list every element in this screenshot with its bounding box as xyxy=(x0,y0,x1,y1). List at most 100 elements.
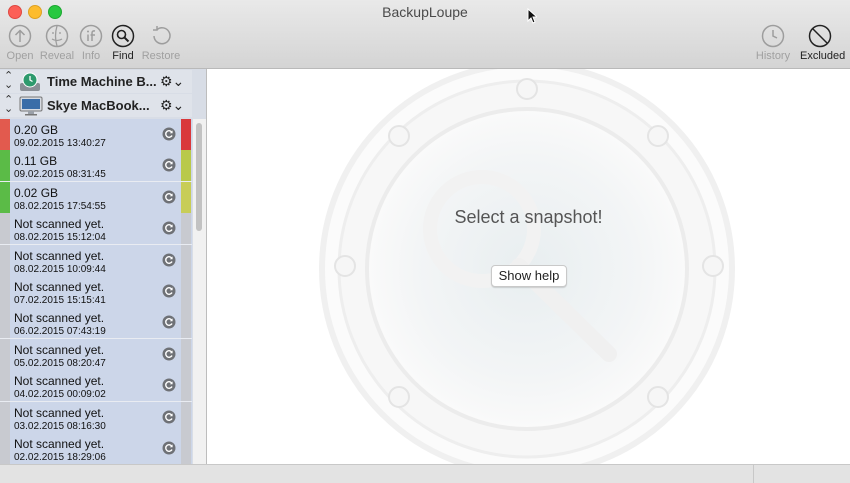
size-indicator-right xyxy=(181,119,191,150)
volume-name: Time Machine B... xyxy=(47,74,157,89)
snapshot-size: Not scanned yet. xyxy=(14,248,105,263)
snapshot-date: 03.02.2015 08:16:30 xyxy=(14,420,106,432)
status-divider xyxy=(753,465,754,483)
snapshot-row[interactable]: Not scanned yet. 08.02.2015 15:12:04 xyxy=(0,213,192,246)
info-icon xyxy=(79,24,103,48)
snapshot-size: 0.02 GB xyxy=(14,185,59,200)
snapshot-row[interactable]: Not scanned yet. 07.02.2015 15:15:41 xyxy=(0,276,192,308)
refresh-icon[interactable] xyxy=(162,190,176,204)
snapshot-row[interactable]: Not scanned yet. 02.02.2015 18:29:06 xyxy=(0,433,192,464)
snapshot-row[interactable]: 0.02 GB 08.02.2015 17:54:55 xyxy=(0,181,192,214)
snapshot-date: 02.02.2015 18:29:06 xyxy=(14,452,106,463)
refresh-icon[interactable] xyxy=(162,221,176,235)
gear-icon[interactable]: ⚙⌄ xyxy=(160,73,184,90)
snapshot-size: 0.11 GB xyxy=(14,154,58,169)
snapshot-date: 08.02.2015 10:09:44 xyxy=(14,263,106,275)
finder-icon xyxy=(45,24,69,48)
size-indicator-right xyxy=(181,370,191,402)
snapshot-size: Not scanned yet. xyxy=(14,405,105,420)
clock-icon xyxy=(761,24,785,48)
size-indicator-left xyxy=(0,401,10,433)
size-indicator-left xyxy=(0,276,10,307)
snapshot-date: 09.02.2015 13:40:27 xyxy=(14,138,106,149)
refresh-icon[interactable] xyxy=(162,253,176,267)
snapshot-size: Not scanned yet. xyxy=(14,311,105,326)
restore-arrow-icon xyxy=(149,24,173,48)
size-indicator-left xyxy=(0,181,10,213)
snapshot-size: Not scanned yet. xyxy=(14,437,105,451)
size-indicator-left xyxy=(0,119,10,150)
size-indicator-right xyxy=(181,181,191,213)
size-indicator-right xyxy=(181,213,191,245)
sidebar-scrollbar[interactable] xyxy=(193,119,206,464)
magnifier-icon xyxy=(111,24,135,48)
size-indicator-right xyxy=(181,307,191,339)
refresh-icon[interactable] xyxy=(162,284,176,298)
history-button[interactable]: History xyxy=(753,24,793,62)
snapshot-date: 08.02.2015 17:54:55 xyxy=(14,200,106,212)
snapshot-row[interactable]: Not scanned yet. 05.02.2015 08:20:47 xyxy=(0,338,192,371)
select-snapshot-hint: Select a snapshot! xyxy=(454,207,603,227)
snapshot-date: 05.02.2015 08:20:47 xyxy=(14,357,106,369)
toolbar: BackupLoupe Open Reveal Info Find Restor… xyxy=(0,0,850,69)
snapshot-size: 0.20 GB xyxy=(14,123,59,137)
open-button[interactable]: Open xyxy=(0,24,40,62)
main-content: Select a snapshot! Show help xyxy=(207,69,850,464)
show-help-button[interactable]: Show help xyxy=(491,265,567,287)
size-indicator-left xyxy=(0,213,10,245)
size-indicator-right xyxy=(181,433,191,464)
excluded-button[interactable]: Excluded xyxy=(800,24,845,62)
size-indicator-left xyxy=(0,307,10,339)
snapshot-row[interactable]: Not scanned yet. 08.02.2015 10:09:44 xyxy=(0,244,192,277)
snapshot-row[interactable]: Not scanned yet. 06.02.2015 07:43:19 xyxy=(0,307,192,340)
restore-label: Restore xyxy=(141,50,181,62)
find-button[interactable]: Find xyxy=(103,24,143,62)
sidebar: ⌃ ⌄ Time Machine B... ⚙⌄ ⌃ ⌄ Skye MacBook.… xyxy=(0,69,207,464)
snapshot-date: 07.02.2015 15:15:41 xyxy=(14,295,106,306)
arrow-up-circle-icon xyxy=(8,24,32,48)
gear-icon[interactable]: ⚙⌄ xyxy=(160,97,184,114)
app-window: BackupLoupe Open Reveal Info Find Restor… xyxy=(0,0,850,483)
size-indicator-right xyxy=(181,338,191,370)
snapshot-date: 09.02.2015 08:31:45 xyxy=(14,169,106,181)
snapshot-size: Not scanned yet. xyxy=(14,217,105,232)
size-indicator-right xyxy=(181,150,191,182)
volume-selector-time-machine[interactable]: ⌃ ⌄ Time Machine B... ⚙⌄ xyxy=(0,70,192,93)
volume-selector-macbook[interactable]: ⌃ ⌄ Skye MacBook... ⚙⌄ xyxy=(0,94,192,117)
snapshot-row[interactable]: Not scanned yet. 03.02.2015 08:16:30 xyxy=(0,401,192,434)
volume-name: Skye MacBook... xyxy=(47,98,150,113)
up-down-arrows-icon: ⌃ ⌄ xyxy=(4,70,14,91)
refresh-icon[interactable] xyxy=(162,315,176,329)
snapshot-row[interactable]: 0.11 GB 09.02.2015 08:31:45 xyxy=(0,150,192,183)
size-indicator-left xyxy=(0,433,10,464)
refresh-icon[interactable] xyxy=(162,441,176,455)
window-title: BackupLoupe xyxy=(382,4,468,20)
size-indicator-right xyxy=(181,401,191,433)
size-indicator-right xyxy=(181,276,191,307)
snapshot-size: Not scanned yet. xyxy=(14,374,105,389)
imac-icon xyxy=(19,96,43,121)
size-indicator-left xyxy=(0,244,10,276)
prohibited-icon xyxy=(808,24,832,48)
up-down-arrows-icon: ⌃ ⌄ xyxy=(4,94,14,115)
history-label: History xyxy=(755,50,791,62)
size-indicator-left xyxy=(0,338,10,370)
refresh-icon[interactable] xyxy=(162,410,176,424)
refresh-icon[interactable] xyxy=(162,127,176,141)
size-indicator-left xyxy=(0,150,10,182)
snapshot-row[interactable]: 0.20 GB 09.02.2015 13:40:27 xyxy=(0,119,192,151)
scrollbar-thumb[interactable] xyxy=(196,123,202,231)
snapshot-size: Not scanned yet. xyxy=(14,342,105,357)
refresh-icon[interactable] xyxy=(162,158,176,172)
snapshot-row[interactable]: Not scanned yet. 04.02.2015 00:09:02 xyxy=(0,370,192,403)
mouse-pointer-icon xyxy=(527,7,539,29)
snapshot-size: Not scanned yet. xyxy=(14,280,105,294)
refresh-icon[interactable] xyxy=(162,378,176,392)
restore-button[interactable]: Restore xyxy=(141,24,181,62)
size-indicator-right xyxy=(181,244,191,276)
status-bar xyxy=(0,464,850,483)
refresh-icon[interactable] xyxy=(162,347,176,361)
snapshot-date: 06.02.2015 07:43:19 xyxy=(14,326,106,338)
find-label: Find xyxy=(112,50,134,62)
snapshot-date: 08.02.2015 15:12:04 xyxy=(14,232,106,244)
